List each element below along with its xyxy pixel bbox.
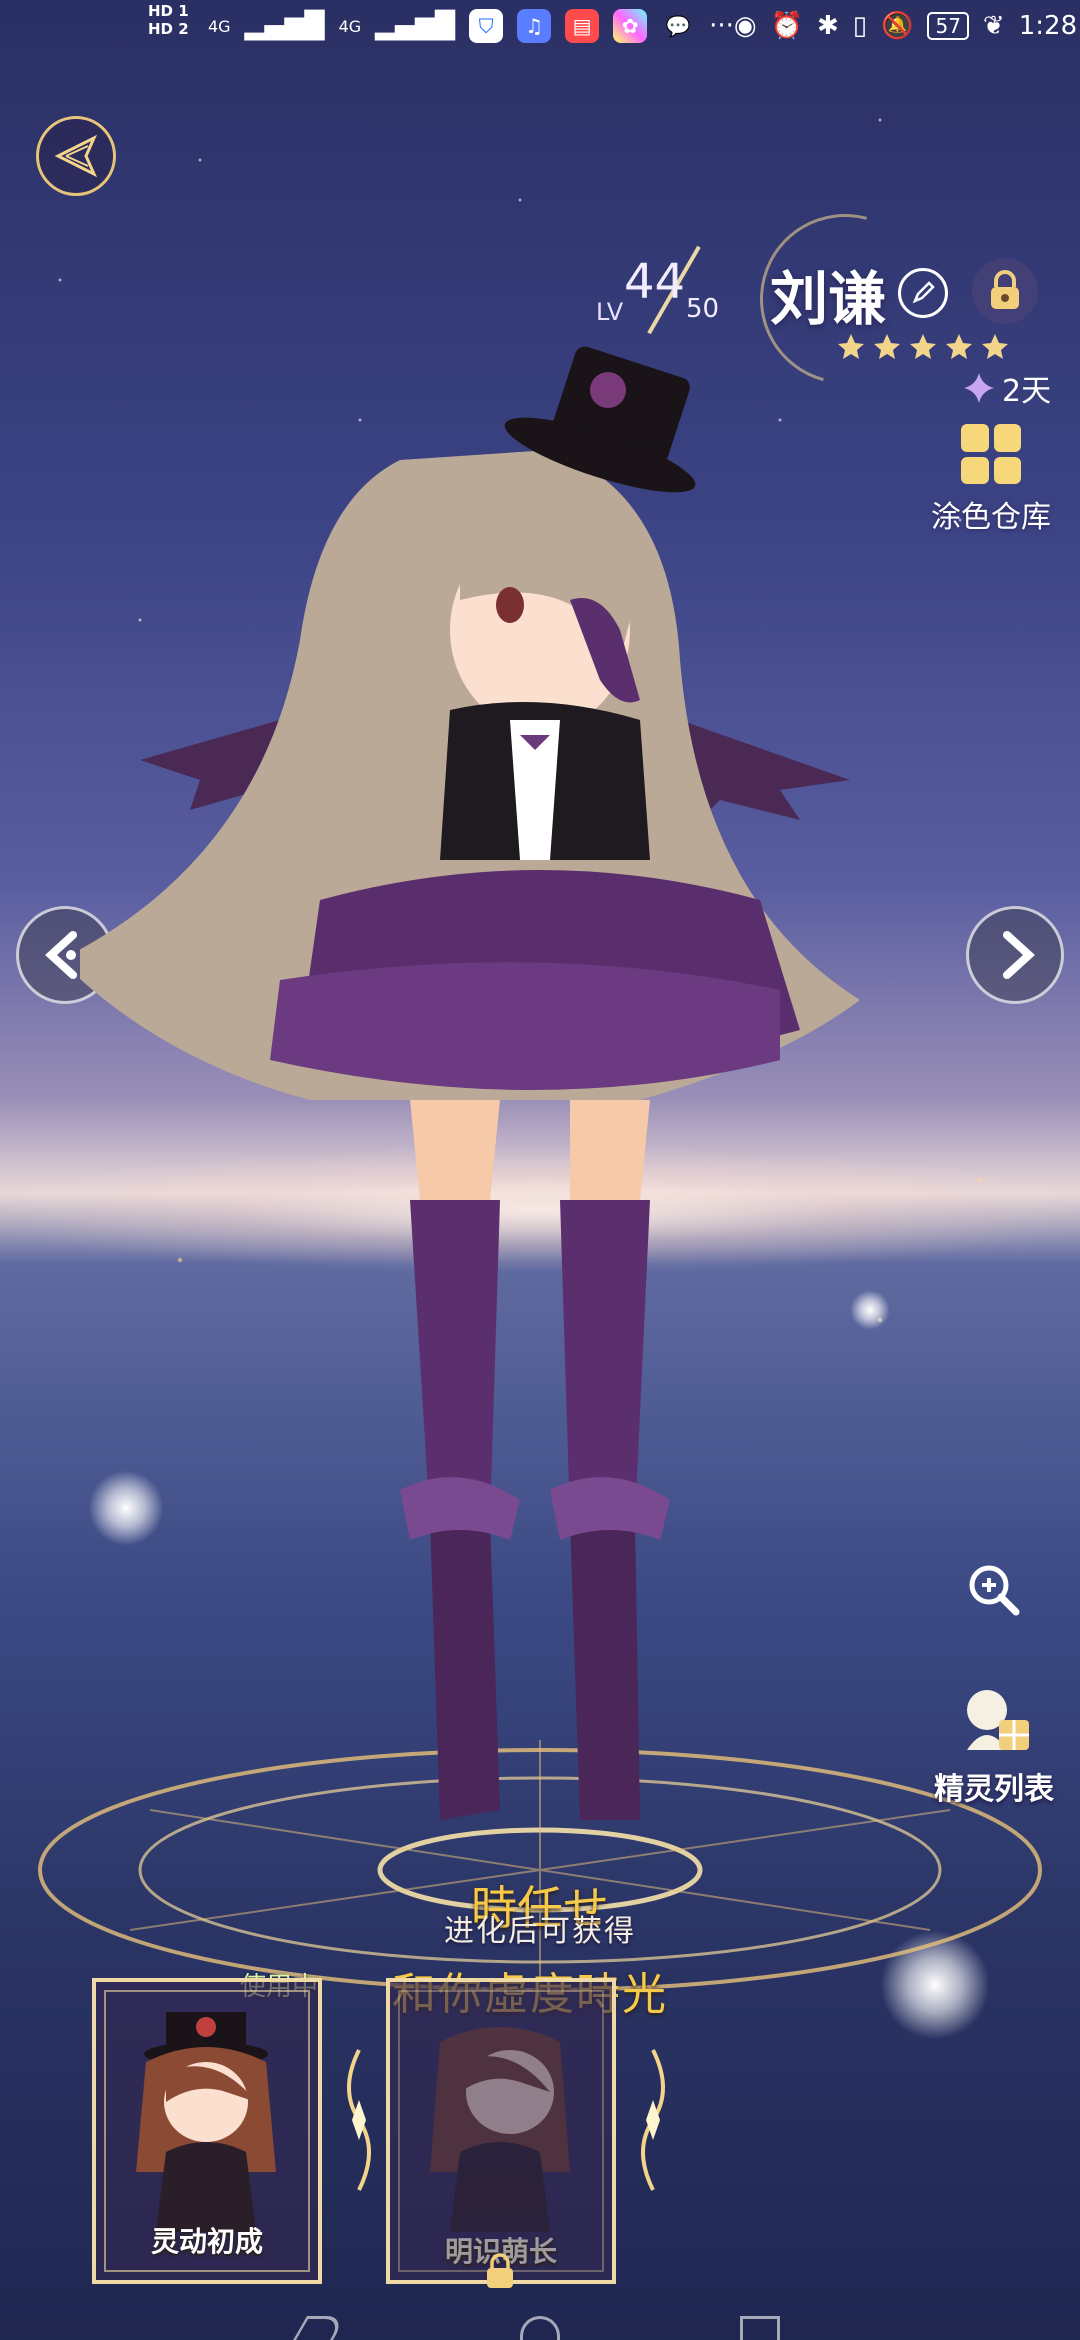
sprite-list-label: 精灵列表 bbox=[934, 1772, 1054, 1807]
card-portrait bbox=[136, 2012, 276, 2232]
lock-icon bbox=[991, 270, 1019, 309]
status-right: ◉ ⏰ ✱ ▯ 🔕 57 ❦ 1:28 bbox=[734, 11, 1077, 41]
home-nav-icon[interactable] bbox=[520, 2316, 560, 2340]
divider-ornament bbox=[641, 2049, 665, 2191]
music-app-icon: ♫ bbox=[517, 9, 552, 43]
shield-app-icon: ⛉ bbox=[469, 9, 504, 43]
network-1: 4G bbox=[208, 16, 231, 36]
level-current: 44 bbox=[624, 254, 686, 310]
system-nav-bar bbox=[0, 2310, 1080, 2340]
mute-icon: 🔕 bbox=[881, 11, 914, 41]
bluetooth-icon: ✱ bbox=[816, 11, 839, 41]
back-button[interactable] bbox=[36, 116, 116, 196]
wardrobe-icon bbox=[961, 424, 1021, 484]
next-button[interactable] bbox=[966, 906, 1064, 1004]
clock: 1:28 bbox=[1018, 11, 1078, 41]
star-icon bbox=[946, 334, 972, 359]
zoom-in-icon bbox=[969, 1565, 1020, 1616]
player-name: 刘谦 bbox=[770, 265, 887, 333]
edit-name-button[interactable] bbox=[898, 268, 948, 318]
alarm-icon: ⏰ bbox=[770, 11, 803, 41]
vibrate-icon: ▯ bbox=[852, 11, 868, 41]
level-display: 44 LV 50 bbox=[596, 230, 776, 350]
days-badge: 2天 bbox=[962, 366, 1051, 410]
card-frame: 灵动初成 bbox=[104, 1990, 310, 2272]
chat-app-icon: 💬 bbox=[665, 14, 691, 38]
status-bar: HD 1 HD 2 4G ▂▄▆█ 4G ▂▄▆█ ⛉ ♫ ▤ ✿ 💬 ··· ◉… bbox=[0, 0, 1080, 52]
leaf-icon: ❦ bbox=[982, 11, 1005, 41]
back-nav-icon[interactable] bbox=[293, 2316, 347, 2340]
sprite-list-button[interactable]: 精灵列表 bbox=[924, 1680, 1064, 1808]
outfit-card-2[interactable]: 明识萌长 bbox=[386, 1978, 616, 2284]
card-label: 灵动初成 bbox=[150, 2225, 263, 2258]
wardrobe-button[interactable]: 涂色仓库 bbox=[926, 424, 1056, 536]
star-icon bbox=[982, 334, 1008, 359]
card-lock-icon bbox=[487, 2253, 513, 2288]
lock-button[interactable] bbox=[972, 258, 1038, 324]
battery-icon: 57 bbox=[927, 12, 969, 40]
wardrobe-label: 涂色仓库 bbox=[931, 500, 1051, 535]
book-app-icon: ▤ bbox=[565, 9, 600, 43]
zoom-button[interactable] bbox=[964, 1560, 1024, 1620]
gallery-app-icon: ✿ bbox=[613, 9, 648, 43]
more-icon: ··· bbox=[709, 11, 734, 41]
character-model bbox=[80, 346, 860, 1820]
network-2: 4G bbox=[338, 16, 362, 36]
eye-icon: ◉ bbox=[733, 11, 757, 41]
sparkle-icon bbox=[964, 373, 994, 403]
outfit-card-1[interactable]: 灵动初成 bbox=[92, 1978, 322, 2284]
card-portrait bbox=[430, 2027, 570, 2232]
signal-icon: ▂▄▆█ bbox=[244, 11, 325, 41]
recents-nav-icon[interactable] bbox=[740, 2316, 780, 2340]
chevron-right-icon bbox=[1003, 931, 1035, 979]
wing-back-icon bbox=[54, 134, 98, 178]
hd-indicator: HD 1 HD 2 bbox=[148, 2, 189, 38]
level-max: 50 bbox=[686, 294, 720, 324]
days-label: 2天 bbox=[1002, 374, 1052, 409]
unlock-hint: 进化后可获得 bbox=[444, 1914, 636, 1949]
divider-ornament bbox=[347, 2049, 371, 2191]
signal-icon: ▂▄▆█ bbox=[375, 11, 456, 41]
pencil-icon bbox=[912, 281, 935, 304]
status-left: HD 1 HD 2 4G ▂▄▆█ 4G ▂▄▆█ ⛉ ♫ ▤ ✿ 💬 ··· bbox=[148, 2, 734, 43]
level-label: LV bbox=[596, 298, 624, 326]
sprite-list-icon bbox=[967, 1690, 1029, 1750]
